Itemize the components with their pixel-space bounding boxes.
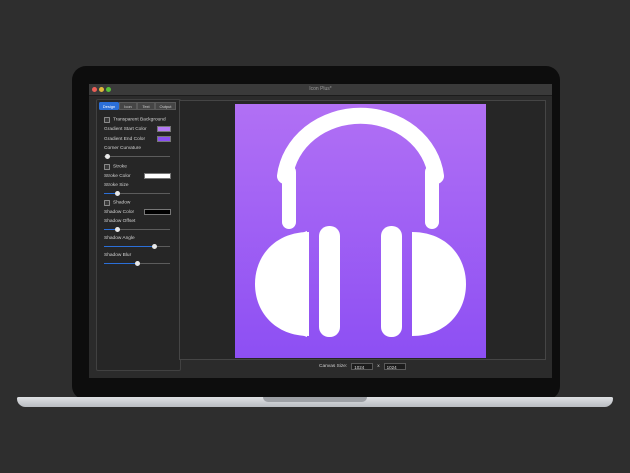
shadow-checkbox[interactable] — [104, 200, 110, 206]
gradient-start-color-well[interactable] — [157, 126, 171, 132]
stroke-size-label: Stroke Size — [104, 183, 129, 188]
tab-text[interactable]: Text — [137, 102, 155, 110]
headphones-icon — [255, 107, 466, 337]
shadow-color-well[interactable] — [144, 209, 171, 215]
tab-output[interactable]: Output — [155, 102, 176, 110]
canvas-height-input[interactable]: 1024 — [383, 363, 406, 370]
gradient-start-label: Gradient Start Color — [104, 127, 147, 132]
icon-preview — [235, 104, 486, 358]
app-window: Icon Plus* Design Icon Text Output Trans… — [89, 84, 552, 378]
gradient-end-label: Gradient End Color — [104, 137, 146, 142]
shadow-offset-slider[interactable] — [104, 227, 170, 232]
canvas-size-bar: Canvas Size: 1024 x 1024 — [319, 363, 410, 370]
stroke-row: Stroke — [104, 164, 127, 170]
stroke-checkbox[interactable] — [104, 164, 110, 170]
slider-thumb[interactable] — [104, 154, 110, 159]
corner-curvature-label: Corner Curvature — [104, 146, 142, 151]
window-title: Icon Plus* — [309, 86, 332, 92]
laptop-notch — [263, 397, 367, 402]
tab-bar: Design Icon Text Output — [99, 102, 176, 110]
slider-thumb[interactable] — [114, 227, 120, 232]
shadow-label: Shadow — [113, 200, 131, 206]
shadow-color-label: Shadow Color — [104, 210, 135, 215]
stroke-color-label: Stroke Color — [104, 174, 131, 179]
slider-thumb[interactable] — [151, 244, 157, 249]
shadow-row: Shadow — [104, 200, 130, 206]
shadow-angle-label: Shadow Angle — [104, 236, 135, 241]
shadow-offset-label: Shadow Offset — [104, 219, 136, 224]
canvas-width-input[interactable]: 1024 — [351, 363, 374, 370]
title-bar: Icon Plus* — [89, 84, 552, 96]
stroke-size-slider[interactable] — [104, 191, 170, 196]
shadow-blur-label: Shadow Blur — [104, 253, 132, 258]
settings-sidebar: Design Icon Text Output Transparent Back… — [96, 99, 181, 371]
slider-track — [104, 156, 170, 157]
slider-fill — [104, 263, 137, 264]
gradient-end-color-well[interactable] — [157, 136, 171, 142]
transparent-background-checkbox[interactable] — [104, 117, 110, 123]
shadow-blur-slider[interactable] — [104, 261, 170, 266]
transparent-background-label: Transparent Background — [113, 117, 166, 123]
slider-fill — [104, 246, 154, 247]
stroke-color-well[interactable] — [144, 173, 171, 179]
corner-curvature-slider[interactable] — [104, 154, 170, 159]
canvas-size-separator: x — [377, 364, 380, 369]
tab-icon[interactable]: Icon — [119, 102, 137, 110]
slider-thumb[interactable] — [134, 261, 140, 266]
stroke-label: Stroke — [113, 164, 127, 170]
slider-thumb[interactable] — [114, 191, 120, 196]
canvas-area — [179, 100, 546, 360]
tab-design[interactable]: Design — [99, 102, 119, 110]
transparent-background-row: Transparent Background — [104, 117, 166, 123]
canvas-size-label: Canvas Size: — [319, 364, 348, 369]
shadow-angle-slider[interactable] — [104, 244, 170, 249]
